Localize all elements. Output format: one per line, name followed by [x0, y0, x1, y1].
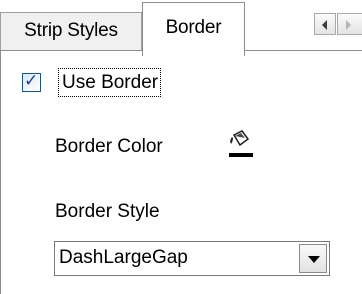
tab-scroll-right-button[interactable] — [337, 13, 362, 35]
tab-label: Border — [165, 17, 222, 38]
border-color-label: Border Color — [55, 136, 163, 157]
tab-scroll-left-button[interactable] — [314, 13, 336, 35]
arrow-left-icon — [322, 20, 327, 30]
border-settings-panel: Strip Styles Border ✓ Use Border Border … — [0, 0, 362, 294]
tab-border[interactable]: Border — [142, 2, 245, 56]
tab-strip: Strip Styles Border — [0, 0, 362, 56]
pane-border — [0, 50, 1, 294]
tab-label: Strip Styles — [24, 20, 118, 41]
border-style-label: Border Style — [55, 201, 160, 222]
tab-strip-styles[interactable]: Strip Styles — [0, 12, 142, 50]
dropdown-button[interactable] — [299, 244, 327, 273]
paint-bucket-icon — [229, 130, 253, 157]
arrow-right-icon — [346, 20, 351, 30]
chevron-down-icon — [308, 256, 320, 263]
use-border-label[interactable]: Use Border — [58, 68, 162, 97]
use-border-checkbox[interactable]: ✓ — [22, 71, 41, 92]
border-color-button[interactable] — [228, 129, 254, 159]
border-style-select[interactable]: DashLargeGap — [54, 241, 330, 276]
border-style-value: DashLargeGap — [59, 247, 188, 268]
checkmark-icon: ✓ — [24, 71, 39, 91]
